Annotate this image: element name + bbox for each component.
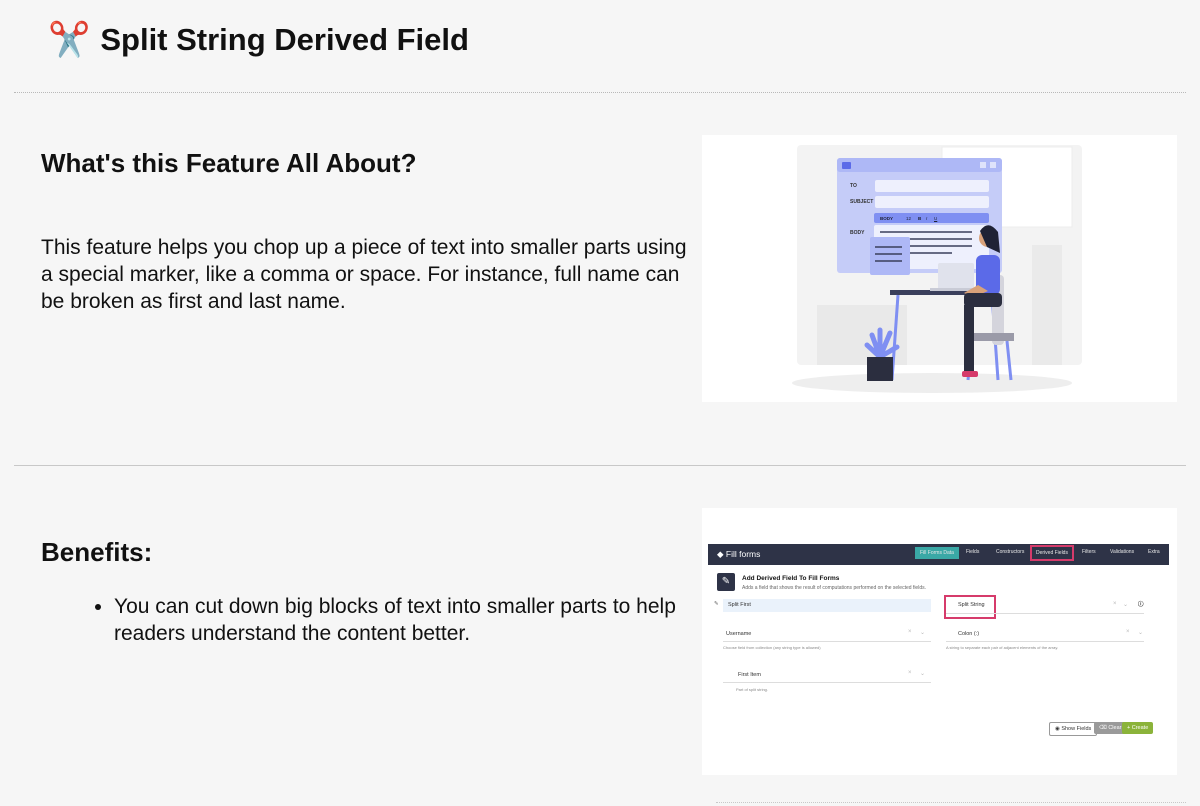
create-button[interactable]: + Create: [1122, 722, 1154, 734]
tab-constructors[interactable]: Constructors: [996, 549, 1024, 555]
illustration-toolbar-size: 12: [906, 216, 912, 221]
app-brand: ◆ Fill forms: [717, 549, 761, 559]
feature-heading: What's this Feature All About?: [41, 148, 417, 178]
edit-icon: ✎: [717, 573, 735, 591]
show-fields-button[interactable]: ◉ Show Fields: [1049, 722, 1098, 736]
derived-type-select[interactable]: Split String: [958, 602, 985, 608]
chevron-down-icon[interactable]: ⌄: [1123, 601, 1128, 608]
pencil-icon: ✎: [714, 601, 719, 607]
chevron-down-icon[interactable]: ⌄: [1138, 629, 1143, 636]
source-field-select[interactable]: Username: [726, 631, 751, 637]
separator-select[interactable]: Colon (:): [958, 631, 979, 637]
clear-icon[interactable]: ×: [1113, 601, 1117, 607]
header-divider: [14, 92, 1186, 93]
info-icon[interactable]: ⓘ: [1138, 600, 1144, 608]
clear-icon[interactable]: ×: [1126, 629, 1130, 635]
form-title: Add Derived Field To Fill Forms: [742, 575, 840, 582]
benefits-list: You can cut down big blocks of text into…: [95, 593, 714, 647]
tab-fill-forms-data[interactable]: Fill Forms Data: [915, 547, 959, 559]
illustration-label-body: BODY: [850, 230, 865, 236]
show-fields-label: Show Fields: [1061, 726, 1092, 732]
page-title-text: Split String Derived Field: [100, 22, 469, 57]
illustration-label-to: TO: [850, 183, 857, 189]
form-subtitle: Adds a field that shows the result of co…: [742, 585, 926, 591]
app-screenshot: ◆ Fill forms Fill Forms Data Fields Cons…: [702, 508, 1177, 775]
footer-divider: [716, 802, 1186, 803]
illustration-toolbar-underline: U: [934, 216, 938, 221]
derived-name-input[interactable]: Split First: [728, 602, 751, 608]
section-divider: [14, 465, 1186, 466]
tab-derived-fields[interactable]: Derived Fields: [1030, 545, 1074, 561]
scissors-icon: ✂️: [48, 21, 91, 59]
chevron-down-icon[interactable]: ⌄: [920, 670, 925, 677]
tab-validations[interactable]: Validations: [1110, 549, 1134, 555]
item-underline: [723, 682, 931, 683]
illustration-toolbar-body: BODY: [880, 216, 894, 221]
illustration-label-subject: SUBJECT: [850, 199, 874, 205]
app-form-panel: ✎ Add Derived Field To Fill Forms Adds a…: [708, 565, 1169, 744]
tab-extra[interactable]: Extra: [1148, 549, 1160, 555]
separator-underline: [946, 641, 1144, 642]
page-title: ✂️ Split String Derived Field: [48, 22, 469, 58]
app-window: ◆ Fill forms Fill Forms Data Fields Cons…: [708, 544, 1169, 744]
chevron-down-icon[interactable]: ⌄: [920, 629, 925, 636]
app-navbar: ◆ Fill forms Fill Forms Data Fields Cons…: [708, 544, 1169, 565]
benefit-item: You can cut down big blocks of text into…: [114, 593, 714, 647]
illustration-toolbar-bold: B: [918, 216, 922, 221]
benefits-heading: Benefits:: [41, 537, 153, 567]
clear-label: Clear: [1108, 725, 1122, 731]
tab-fields[interactable]: Fields: [966, 549, 979, 555]
type-underline: [946, 613, 1144, 614]
source-help-text: Choose field from collection (any string…: [723, 645, 821, 650]
clear-icon[interactable]: ×: [908, 670, 912, 676]
item-help-text: Part of split string.: [736, 687, 769, 692]
item-field-select[interactable]: First Item: [738, 672, 761, 678]
clear-icon[interactable]: ×: [908, 629, 912, 635]
name-field-bg: [723, 599, 931, 612]
separator-help-text: A string to separate each pair of adjace…: [946, 645, 1059, 650]
feature-description: This feature helps you chop up a piece o…: [41, 236, 687, 313]
feature-illustration: TO SUBJECT BODY BODY 12 B I U: [702, 135, 1177, 402]
tab-filters[interactable]: Filters: [1082, 549, 1096, 555]
source-underline: [723, 641, 931, 642]
app-brand-text: Fill forms: [725, 549, 761, 559]
illustration-toolbar-italic: I: [926, 216, 928, 221]
create-label: Create: [1131, 725, 1149, 731]
